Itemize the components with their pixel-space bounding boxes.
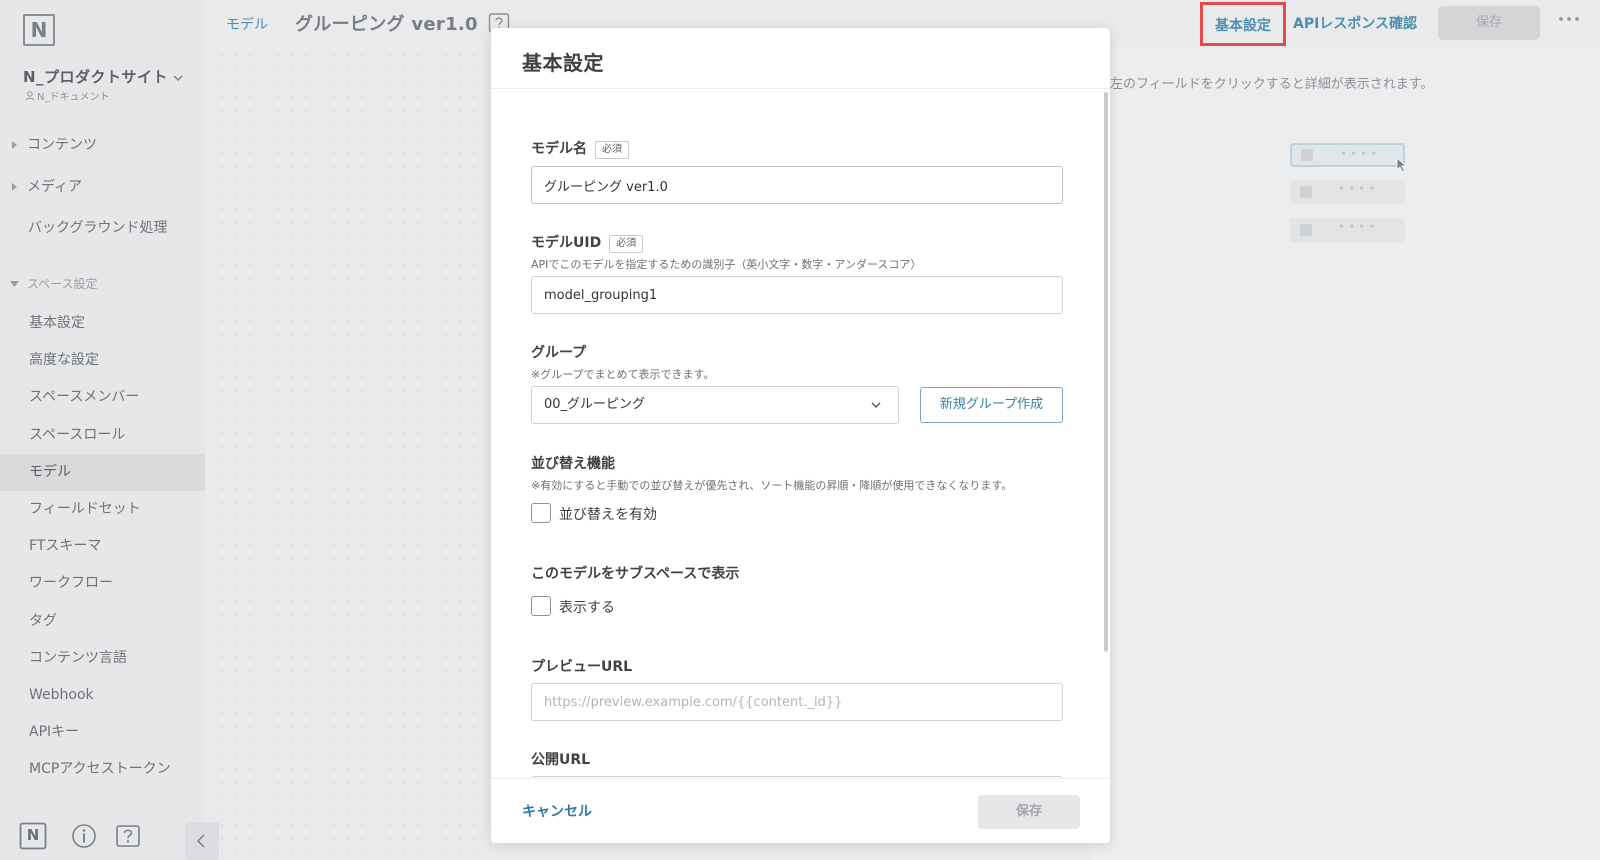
illustration-field: ••••	[1290, 180, 1405, 204]
cursor-icon	[1396, 157, 1408, 173]
sort-checkbox-label[interactable]: 並び替えを有効	[559, 504, 657, 524]
preview-url-label: プレビューURL	[531, 659, 633, 675]
sort-checkbox[interactable]	[531, 503, 551, 523]
dots-icon: ••••	[1338, 220, 1379, 234]
sidebar-item-models[interactable]: モデル	[0, 453, 205, 491]
illustration-field: ••••	[1290, 218, 1405, 242]
sidebar-item-media[interactable]: メディア	[0, 166, 205, 208]
group-select-value: 00_グルーピング	[544, 397, 646, 412]
logo-letter: N	[30, 18, 48, 42]
model-uid-label: モデルUID 必須	[531, 232, 644, 253]
model-uid-label-text: モデルUID	[531, 235, 602, 251]
dots-icon: ••••	[1340, 147, 1381, 161]
subspace-checkbox-label[interactable]: 表示する	[559, 597, 615, 617]
field-detail-hint: 左のフィールドをクリックすると詳細が表示されます。	[1110, 77, 1434, 92]
square-icon	[1300, 224, 1312, 236]
help-icon[interactable]	[114, 822, 142, 850]
square-icon	[1300, 186, 1312, 198]
preview-url-input[interactable]	[531, 683, 1063, 721]
footer-logo-icon[interactable]: N	[19, 822, 47, 850]
footer-logo-letter: N	[26, 826, 40, 844]
model-uid-input[interactable]	[531, 276, 1063, 314]
sidebar-collapse-button[interactable]	[185, 822, 219, 860]
subspace-checkbox[interactable]	[531, 596, 551, 616]
group-label: グループ	[531, 345, 587, 361]
basic-settings-modal: 基本設定 モデル名必須 モデルUID必須 APIでこのモデルを指定するための識別…	[491, 28, 1110, 843]
api-response-check-button[interactable]: APIレスポンス確認	[1293, 13, 1417, 33]
square-icon	[1301, 149, 1313, 161]
sidebar-item-advanced-settings[interactable]: 高度な設定	[0, 342, 205, 379]
modal-scrollbar[interactable]	[1104, 92, 1108, 652]
sidebar-item-contents[interactable]: コンテンツ	[0, 124, 205, 166]
subspace-label: このモデルをサブスペースで表示	[531, 566, 740, 582]
field-detail-panel	[1090, 48, 1600, 860]
sidebar-item-space-roles[interactable]: スペースロール	[0, 417, 205, 454]
caret-right-icon	[12, 141, 17, 149]
chevron-left-icon	[196, 834, 205, 848]
group-select[interactable]: 00_グルーピング	[531, 386, 899, 424]
chevron-down-icon[interactable]	[172, 72, 184, 84]
sidebar-nav-list: 基本設定 高度な設定 スペースメンバー スペースロール モデル フィールドセット…	[0, 305, 205, 788]
section-label: スペース設定	[27, 277, 98, 291]
model-uid-help: APIでこのモデルを指定するための識別子（英小文字・数字・アンダースコア）	[531, 258, 922, 271]
basic-settings-button[interactable]: 基本設定	[1200, 2, 1286, 46]
sidebar-footer: N	[0, 822, 205, 860]
sidebar-item-label: メディア	[27, 179, 83, 195]
chevron-down-icon	[871, 402, 881, 408]
sidebar-item-webhook[interactable]: Webhook	[0, 677, 205, 714]
group-help: ※グループでまとめて表示できます。	[531, 368, 715, 381]
sidebar: N N_プロダクトサイト N_ドキュメント コンテンツ メディア バックグラウン…	[0, 0, 205, 860]
more-icon[interactable]	[1558, 14, 1580, 24]
model-name-label: モデル名 必須	[531, 138, 629, 159]
cancel-button[interactable]: キャンセル	[522, 801, 592, 821]
sidebar-item-mcp-tokens[interactable]: MCPアクセストークン	[0, 751, 205, 788]
sidebar-item-fieldsets[interactable]: フィールドセット	[0, 491, 205, 528]
caret-down-icon	[10, 281, 19, 287]
header-save-button[interactable]: 保存	[1438, 6, 1540, 40]
space-subtitle: N_ドキュメント	[25, 88, 109, 103]
user-icon	[25, 91, 35, 101]
space-sub-label: N_ドキュメント	[37, 92, 110, 103]
dots-icon: ••••	[1338, 182, 1379, 196]
sidebar-item-tags[interactable]: タグ	[0, 603, 205, 640]
illustration-field: ••••	[1290, 143, 1405, 167]
sort-label: 並び替え機能	[531, 456, 615, 472]
nav-top: コンテンツ メディア	[0, 124, 205, 208]
sidebar-item-basic-settings[interactable]: 基本設定	[0, 305, 205, 342]
space-name[interactable]: N_プロダクトサイト	[23, 66, 168, 87]
model-name-label-text: モデル名	[531, 141, 587, 157]
breadcrumb-models[interactable]: モデル	[226, 14, 268, 34]
sidebar-item-ft-schema[interactable]: FTスキーマ	[0, 528, 205, 565]
basic-settings-label: 基本設定	[1215, 18, 1271, 34]
new-group-button[interactable]: 新規グループ作成	[920, 387, 1063, 423]
app-logo[interactable]: N	[23, 14, 55, 46]
modal-body: モデル名必須 モデルUID必須 APIでこのモデルを指定するための識別子（英小文…	[491, 89, 1110, 779]
info-icon[interactable]	[70, 822, 98, 850]
modal-save-button[interactable]: 保存	[978, 795, 1080, 829]
sidebar-section-space-settings[interactable]: スペース設定	[0, 268, 205, 300]
sidebar-item-label: コンテンツ	[27, 137, 97, 153]
modal-footer: キャンセル 保存	[491, 779, 1110, 843]
public-url-label: 公開URL	[531, 752, 591, 768]
sidebar-item-api-keys[interactable]: APIキー	[0, 714, 205, 751]
required-badge: 必須	[609, 235, 644, 253]
sidebar-item-content-languages[interactable]: コンテンツ言語	[0, 640, 205, 677]
model-name-input[interactable]	[531, 166, 1063, 204]
model-canvas	[215, 48, 485, 860]
page-title: グルーピング ver1.0	[295, 14, 478, 35]
sidebar-item-space-members[interactable]: スペースメンバー	[0, 379, 205, 416]
required-badge: 必須	[595, 141, 629, 159]
sidebar-item-workflow[interactable]: ワークフロー	[0, 565, 205, 602]
sidebar-item-background-jobs[interactable]: バックグラウンド処理	[0, 208, 205, 248]
caret-right-icon	[12, 183, 17, 191]
sort-help: ※有効にすると手動での並び替えが優先され、ソート機能の昇順・降順が使用できなくな…	[531, 479, 1013, 492]
modal-title: 基本設定	[522, 51, 604, 75]
